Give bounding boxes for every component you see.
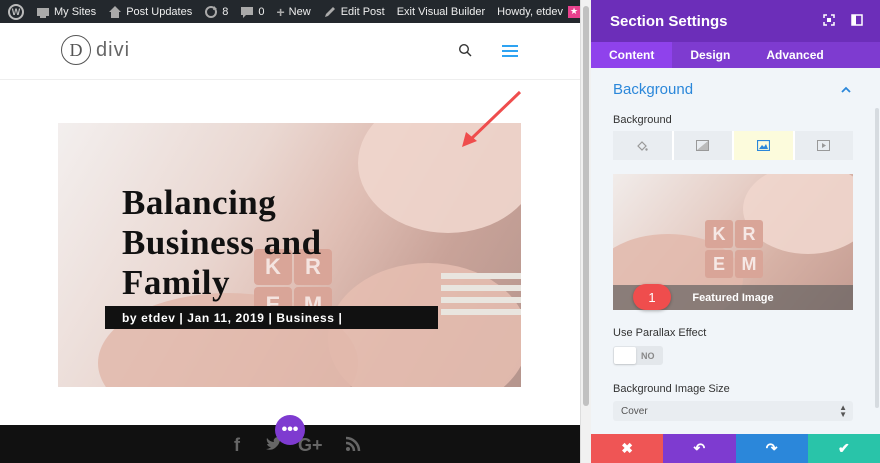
redo-button[interactable]: ↷ [735, 434, 808, 463]
avatar: ★ [568, 5, 580, 18]
wordpress-logo-icon: W [8, 3, 24, 20]
new-link[interactable]: + New [270, 0, 316, 23]
home-icon [109, 5, 122, 18]
logo-mark: D [61, 35, 91, 65]
screen: W My Sites Post Updates 8 0 + New Edit P… [0, 0, 880, 463]
letter-block: K [705, 220, 733, 248]
pencil-icon [324, 6, 335, 17]
book-shape [441, 297, 521, 303]
letter-block: E [705, 250, 733, 278]
my-sites-label: My Sites [54, 5, 97, 18]
exit-visual-builder-label: Exit Visual Builder [396, 5, 486, 18]
admin-bar: W My Sites Post Updates 8 0 + New Edit P… [0, 0, 604, 23]
account-menu[interactable]: Howdy, etdev ★ [491, 0, 586, 23]
updates-link[interactable]: 8 [198, 0, 234, 23]
check-icon: ✔ [838, 440, 850, 456]
facebook-icon[interactable]: f [234, 435, 240, 456]
step-badge: 1 [633, 284, 671, 310]
post-updates-label: Post Updates [126, 5, 193, 18]
panel-header: Section Settings [591, 0, 880, 42]
scrollbar-thumb[interactable] [583, 6, 589, 406]
site-header: D divi [0, 23, 580, 80]
edit-post-link[interactable]: Edit Post [317, 0, 391, 23]
image-size-value: Cover [621, 405, 648, 417]
refresh-icon [205, 5, 218, 18]
letter-block: R [735, 220, 763, 248]
plus-icon: + [276, 3, 285, 20]
image-size-select[interactable]: Cover ▲ ▼ [613, 401, 853, 421]
post-updates-link[interactable]: Post Updates [102, 0, 198, 23]
tab-content[interactable]: Content [591, 42, 673, 68]
redo-icon: ↷ [765, 440, 778, 456]
menu-icon[interactable] [502, 45, 518, 57]
undo-button[interactable]: ↶ [663, 434, 736, 463]
edit-post-label: Edit Post [340, 5, 385, 18]
letter-block: M [735, 250, 763, 278]
comments-link[interactable]: 0 [234, 0, 270, 23]
sites-icon [37, 7, 49, 18]
toggle-knob [614, 347, 636, 364]
background-section-toggle[interactable]: Background [613, 81, 693, 98]
book-shape [441, 285, 521, 291]
site-logo[interactable]: D divi [61, 35, 130, 65]
close-icon: ✖ [621, 440, 633, 456]
updates-count: 8 [222, 5, 229, 18]
parallax-toggle-value: NO [641, 350, 655, 361]
rss-icon[interactable] [345, 436, 361, 452]
panel-tabs: Content Design Advanced [591, 42, 880, 68]
post-title[interactable]: Balancing Business and Family [122, 183, 402, 303]
discard-button[interactable]: ✖ [591, 434, 664, 463]
tab-advanced[interactable]: Advanced [748, 42, 841, 68]
select-arrows-icon: ▲ ▼ [839, 403, 847, 419]
tab-design[interactable]: Design [672, 42, 748, 68]
chevron-up-icon[interactable] [841, 86, 851, 93]
page-scrollbar[interactable] [580, 0, 591, 463]
new-label: New [288, 5, 311, 18]
comment-icon [241, 6, 254, 18]
logo-text: divi [96, 38, 131, 61]
search-icon[interactable] [458, 43, 472, 57]
my-sites-link[interactable]: My Sites [30, 0, 102, 23]
panel-title: Section Settings [610, 12, 728, 30]
exit-visual-builder-link[interactable]: Exit Visual Builder [391, 0, 491, 23]
fullscreen-icon[interactable] [823, 14, 835, 26]
book-shape [441, 273, 521, 279]
save-button[interactable]: ✔ [807, 434, 880, 463]
undo-icon: ↶ [693, 440, 706, 456]
parallax-toggle[interactable]: NO [613, 346, 663, 365]
comments-count: 0 [258, 5, 265, 18]
book-shape [441, 309, 521, 315]
wordpress-menu[interactable]: W [0, 0, 30, 23]
more-options-button[interactable]: ••• [275, 415, 305, 445]
post-meta: by etdev | Jan 11, 2019 | Business | [105, 306, 438, 329]
howdy-label: Howdy, etdev [497, 5, 563, 18]
split-view-icon[interactable] [851, 14, 863, 26]
panel-action-bar: ✖ ↶ ↷ ✔ [591, 434, 880, 463]
